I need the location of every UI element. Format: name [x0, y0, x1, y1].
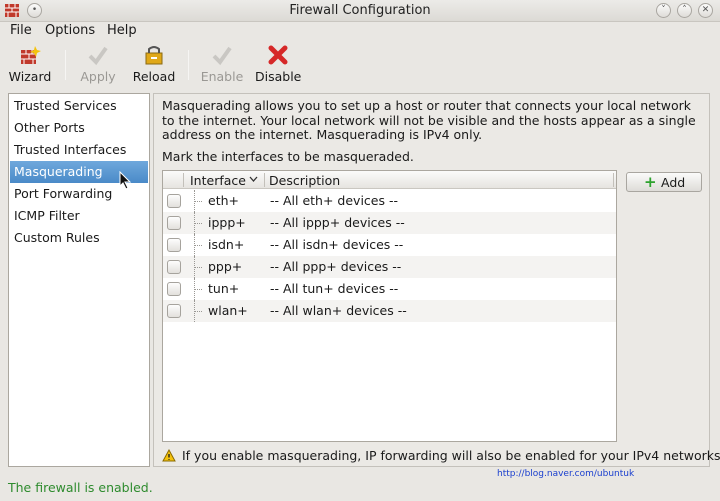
disable-label: Disable — [255, 69, 302, 84]
wizard-button[interactable]: Wizard — [8, 44, 52, 84]
enable-label: Enable — [200, 69, 244, 84]
interface-description: -- All eth+ devices -- — [270, 193, 398, 208]
interface-name: wlan+ — [208, 303, 248, 318]
mouse-cursor-icon — [119, 171, 132, 190]
toolbar-separator — [188, 50, 189, 80]
menu-options[interactable]: Options — [45, 23, 95, 38]
interface-description: -- All isdn+ devices -- — [270, 237, 404, 252]
maximize-button[interactable]: ˄ — [677, 3, 692, 18]
wizard-icon — [21, 46, 41, 64]
title-bar: • Firewall Configuration ˅ ˄ ✕ — [0, 0, 720, 22]
red-x-icon — [268, 45, 288, 65]
tree-line — [194, 234, 202, 256]
checkmark-icon — [212, 46, 232, 66]
close-button[interactable]: ✕ — [698, 3, 713, 18]
column-separator — [183, 173, 184, 187]
reload-button[interactable]: Reload — [132, 44, 176, 84]
window-title: Firewall Configuration — [289, 3, 431, 18]
toolbar-separator — [65, 50, 66, 80]
minimize-button[interactable]: ˅ — [656, 3, 671, 18]
interface-name: ppp+ — [208, 259, 243, 274]
warning-text: If you enable masquerading, IP forwardin… — [182, 448, 720, 463]
table-row[interactable]: ippp+ -- All ippp+ devices -- — [163, 212, 616, 234]
masquerade-checkbox[interactable] — [167, 282, 181, 296]
watermark-url: http://blog.naver.com/ubuntuk — [497, 469, 635, 479]
column-header-interface[interactable]: Interface — [190, 173, 246, 188]
interface-name: eth+ — [208, 193, 239, 208]
add-interface-button[interactable]: + Add — [626, 172, 702, 192]
menu-help[interactable]: Help — [107, 23, 137, 38]
tree-line — [194, 300, 202, 322]
table-header: Interface Description — [163, 171, 616, 189]
enable-button[interactable]: Enable — [200, 44, 244, 84]
sidebar-item-custom-rules[interactable]: Custom Rules — [10, 227, 148, 249]
reload-label: Reload — [132, 69, 176, 84]
add-label: Add — [661, 175, 686, 190]
sidebar-item-trusted-services[interactable]: Trusted Services — [10, 95, 148, 117]
masquerade-checkbox[interactable] — [167, 216, 181, 230]
plus-icon: + — [644, 173, 657, 191]
disable-button[interactable]: Disable — [255, 44, 301, 84]
tree-line — [194, 212, 202, 234]
interface-description: -- All ppp+ devices -- — [270, 259, 402, 274]
table-row[interactable]: wlan+ -- All wlan+ devices -- — [163, 300, 616, 322]
menu-file[interactable]: File — [10, 23, 32, 38]
column-header-description[interactable]: Description — [269, 173, 340, 188]
apply-label: Apply — [80, 69, 116, 84]
status-bar-text: The firewall is enabled. — [8, 480, 153, 495]
tree-line — [194, 278, 202, 300]
category-list: Trusted Services Other Ports Trusted Int… — [8, 93, 150, 467]
warning-icon — [162, 449, 176, 462]
table-row[interactable]: eth+ -- All eth+ devices -- — [163, 190, 616, 212]
sidebar-item-icmp-filter[interactable]: ICMP Filter — [10, 205, 148, 227]
sidebar-item-other-ports[interactable]: Other Ports — [10, 117, 148, 139]
interface-description: -- All wlan+ devices -- — [270, 303, 407, 318]
interfaces-table: Interface Description eth+ -- All eth+ d… — [162, 170, 634, 479]
mark-interfaces-label: Mark the interfaces to be masqueraded. — [162, 149, 414, 164]
sidebar-item-trusted-interfaces[interactable]: Trusted Interfaces — [10, 139, 148, 161]
table-row[interactable]: isdn+ -- All isdn+ devices -- — [163, 234, 616, 256]
masquerade-checkbox[interactable] — [167, 238, 181, 252]
toolbar: Wizard Apply Reload Enable Disable — [0, 42, 720, 90]
masquerade-checkbox[interactable] — [167, 194, 181, 208]
apply-button[interactable]: Apply — [78, 44, 118, 84]
masquerade-checkbox[interactable] — [167, 304, 181, 318]
interface-name: tun+ — [208, 281, 240, 296]
interface-description: -- All tun+ devices -- — [270, 281, 399, 296]
interface-description: -- All ippp+ devices -- — [270, 215, 405, 230]
tree-line — [194, 256, 202, 278]
column-separator — [613, 173, 614, 187]
column-separator — [264, 173, 265, 187]
wizard-label: Wizard — [8, 69, 52, 84]
table-row[interactable]: tun+ -- All tun+ devices -- — [163, 278, 616, 300]
checkmark-icon — [88, 46, 108, 66]
table-row[interactable]: ppp+ -- All ppp+ devices -- — [163, 256, 616, 278]
tree-line — [194, 190, 202, 212]
masquerading-panel: Masquerading allows you to set up a host… — [153, 93, 720, 479]
interface-name: isdn+ — [208, 237, 245, 252]
interface-name: ippp+ — [208, 215, 246, 230]
masquerade-checkbox[interactable] — [167, 260, 181, 274]
menu-bar: File Options Help — [0, 22, 720, 42]
masquerading-description: Masquerading allows you to set up a host… — [162, 98, 696, 142]
reload-icon — [145, 46, 163, 65]
masquerading-warning: If you enable masquerading, IP forwardin… — [162, 448, 720, 463]
chevron-down-icon — [249, 176, 258, 182]
